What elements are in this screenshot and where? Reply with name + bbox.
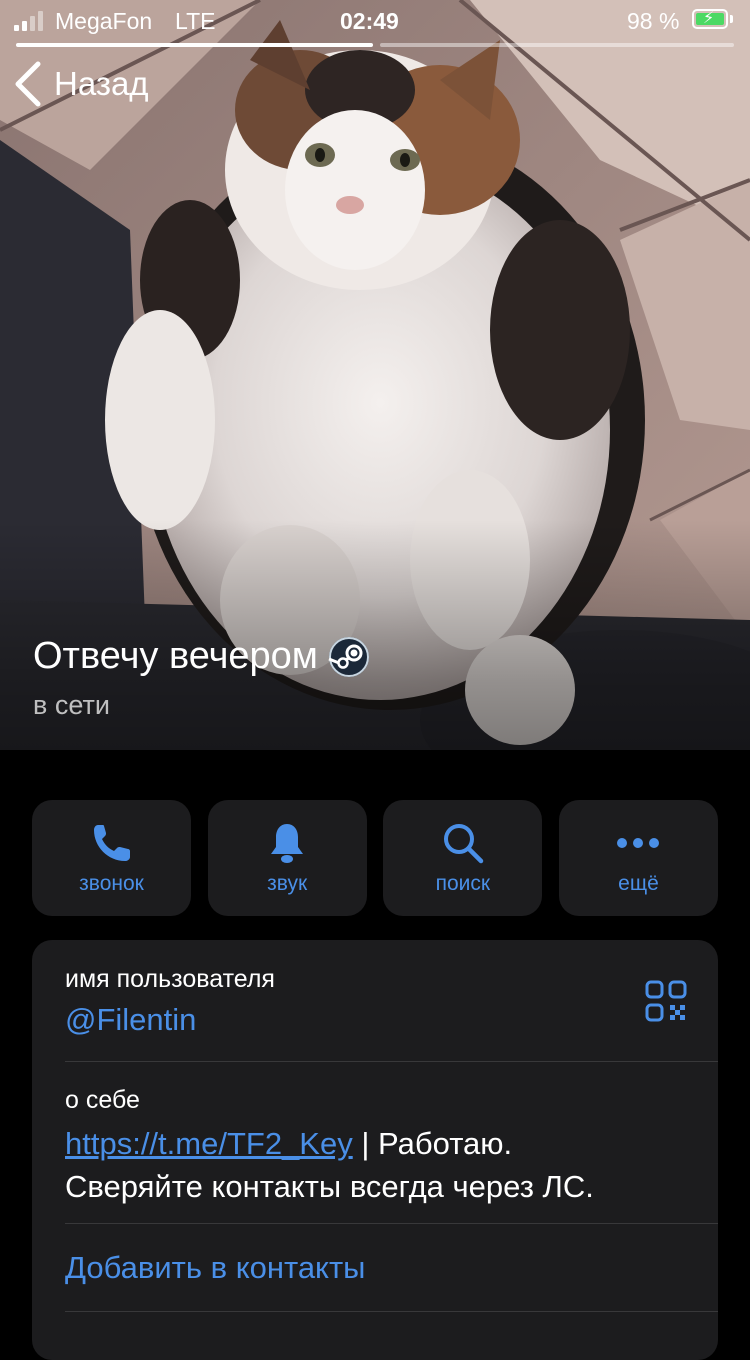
search-label: поиск — [435, 872, 491, 895]
battery-charging-icon: ⚡ — [692, 9, 728, 29]
network-type: LTE — [175, 8, 216, 34]
photo-progress-inactive — [380, 43, 734, 47]
profile-name: Отвечу вечером — [33, 635, 318, 677]
username-value[interactable]: @Filentin — [65, 1002, 196, 1038]
search-button[interactable]: поиск — [383, 800, 543, 916]
battery-tip — [730, 15, 733, 23]
add-contact-button[interactable]: Добавить в контакты — [65, 1250, 365, 1286]
more-button[interactable]: ещё — [558, 800, 718, 916]
separator — [65, 1061, 718, 1062]
bio-text: https://t.me/TF2_Key | Работаю. Сверяйте… — [65, 1122, 695, 1208]
chevron-left-icon — [15, 61, 41, 107]
action-buttons: звонок звук поиск ещё — [32, 800, 718, 916]
bio-line1-rest: | Работаю. — [352, 1126, 513, 1161]
bio-line2: Сверяйте контакты всегда через ЛС. — [65, 1169, 594, 1204]
battery-percent: 98 % — [627, 8, 680, 34]
online-status: в сети — [33, 690, 110, 720]
photo-progress-active — [16, 43, 373, 47]
username-label: имя пользователя — [65, 965, 275, 993]
phone-icon — [93, 825, 130, 861]
more-dots-icon — [617, 838, 660, 848]
search-icon — [443, 824, 484, 864]
back-label: Назад — [54, 65, 149, 102]
call-button[interactable]: звонок — [32, 800, 191, 916]
separator — [65, 1311, 718, 1312]
profile-info-card: имя пользователя @Filentin о себе https:… — [32, 940, 718, 1360]
more-label: ещё — [618, 872, 659, 895]
profile-name-row: Отвечу вечером — [33, 635, 370, 678]
carrier-name: MegaFon — [55, 8, 153, 34]
qr-code-icon[interactable] — [645, 980, 687, 1022]
sound-button[interactable]: звук — [207, 800, 367, 916]
sound-label: звук — [267, 872, 308, 895]
bio-label: о себе — [65, 1086, 140, 1114]
status-bar: MegaFon LTE 02:49 98 % ⚡ — [0, 0, 750, 42]
separator — [65, 1223, 718, 1224]
status-time: 02:49 — [340, 8, 399, 34]
cellular-signal-icon — [14, 11, 43, 31]
bell-icon — [271, 824, 304, 863]
bio-link[interactable]: https://t.me/TF2_Key — [65, 1126, 353, 1161]
back-button[interactable]: Назад — [14, 60, 149, 108]
steam-logo-icon — [328, 636, 369, 677]
call-label: звонок — [79, 872, 144, 895]
